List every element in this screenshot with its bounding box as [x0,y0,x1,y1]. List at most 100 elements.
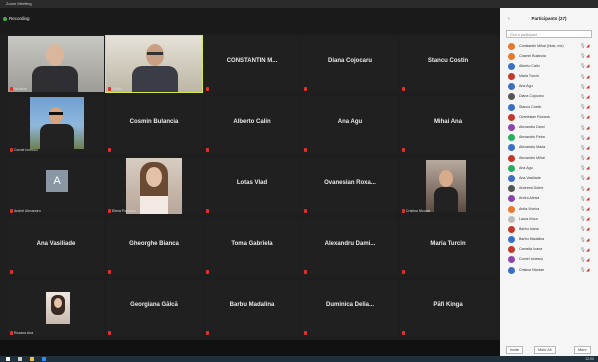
video-tile[interactable]: Nicoleta [8,36,104,92]
video-tile[interactable]: CONSTANTIN M... [204,36,300,92]
participant-row[interactable]: Alexandru Petra 🎙 ◢ [504,133,596,143]
zoom-app-icon[interactable] [42,357,46,361]
participant-row[interactable]: Camelia Ioana 🎙 ◢ [504,245,596,255]
video-off-icon[interactable]: ◢ [586,247,589,253]
mic-icon[interactable]: 🎙 [580,84,586,90]
video-off-icon[interactable]: ◢ [586,94,589,100]
video-off-icon[interactable]: ◢ [586,155,589,161]
video-off-icon[interactable]: ◢ [586,84,589,90]
mic-icon[interactable]: 🎙 [580,125,586,131]
video-off-icon[interactable]: ◢ [586,104,589,110]
mic-icon[interactable]: 🎙 [580,114,586,120]
participant-row[interactable]: Barbu Madalina 🎙 ◢ [504,235,596,245]
video-tile[interactable]: Ana Vasiliade [8,219,104,275]
video-tile[interactable]: Elena Popescu [106,158,202,214]
participant-row[interactable]: Barbu Ioana 🎙 ◢ [504,224,596,234]
recording-label[interactable]: Recording [9,16,30,21]
video-off-icon[interactable]: ◢ [586,43,589,49]
video-tile[interactable]: Diana Cojocaru [302,36,398,92]
mic-icon[interactable]: 🎙 [580,63,586,69]
video-off-icon[interactable]: ◢ [586,63,589,69]
participant-row[interactable]: Constantin Mihai (Host, me) 🎙 ◢ [504,41,596,51]
video-tile[interactable]: Lotas Vlad [204,158,300,214]
video-tile[interactable]: Ana Agu [302,97,398,153]
participant-row[interactable]: Cornel Ionescu 🎙 ◢ [504,255,596,265]
video-tile[interactable]: Ovidiu [105,35,203,93]
invite-button[interactable]: Invite [506,346,524,354]
participant-row[interactable]: Alexandru Mihai 🎙 ◢ [504,153,596,163]
video-tile[interactable]: Toma Gabriela [204,219,300,275]
participant-row[interactable]: Diana Cojocaru 🎙 ◢ [504,92,596,102]
participant-row[interactable]: Cristina Nicolae 🎙 ◢ [504,265,596,275]
video-tile[interactable]: Cristina Nicolae [400,158,496,214]
video-tile[interactable]: Alberto Calin [204,97,300,153]
participant-row[interactable]: Alexandru Dami 🎙 ◢ [504,123,596,133]
video-tile[interactable]: Păfi Kinga [400,280,496,336]
video-tile[interactable]: Cosmin Bulancia [106,97,202,153]
mic-icon[interactable]: 🎙 [580,226,586,232]
video-tile[interactable]: Barbu Madalina [204,280,300,336]
participant-row[interactable]: Andreea Dobre 🎙 ◢ [504,184,596,194]
participant-row[interactable]: Ana Agu 🎙 ◢ [504,82,596,92]
mic-icon[interactable]: 🎙 [580,74,586,80]
mic-icon[interactable]: 🎙 [580,43,586,49]
video-tile[interactable]: Georgiana Gălcă [106,280,202,336]
video-off-icon[interactable]: ◢ [586,135,589,141]
start-icon[interactable] [6,357,10,361]
participant-row[interactable]: Maria Turcin 🎙 ◢ [504,72,596,82]
video-off-icon[interactable]: ◢ [586,216,589,222]
video-off-icon[interactable]: ◢ [586,114,589,120]
video-tile[interactable]: Ovanesian Roxa... [302,158,398,214]
mic-icon[interactable]: 🎙 [580,175,586,181]
video-off-icon[interactable]: ◢ [586,145,589,151]
video-off-icon[interactable]: ◢ [586,125,589,131]
mic-icon[interactable]: 🎙 [580,155,586,161]
video-tile[interactable]: Stancu Costin [400,36,496,92]
mic-icon[interactable]: 🎙 [580,165,586,171]
video-off-icon[interactable]: ◢ [586,165,589,171]
video-tile[interactable]: A Andrei Alexandru [8,158,104,214]
mic-icon[interactable]: 🎙 [580,94,586,100]
mute-all-button[interactable]: Mute All [534,346,556,354]
mic-icon[interactable]: 🎙 [580,267,586,273]
video-off-icon[interactable]: ◢ [586,267,589,273]
mic-icon[interactable]: 🎙 [580,53,586,59]
video-off-icon[interactable]: ◢ [586,206,589,212]
video-tile[interactable]: Duminica Delia... [302,280,398,336]
video-tile[interactable]: Maria Turcin [400,219,496,275]
mic-icon[interactable]: 🎙 [580,237,586,243]
video-off-icon[interactable]: ◢ [586,196,589,202]
video-off-icon[interactable]: ◢ [586,237,589,243]
mic-icon[interactable]: 🎙 [580,247,586,253]
participant-search-input[interactable]: Find a participant [506,30,592,38]
video-tile[interactable]: Mihai Ana [400,97,496,153]
video-tile[interactable]: Gheorghe Bianca [106,219,202,275]
video-tile[interactable]: Roxana Ana [8,280,104,336]
participant-row[interactable]: Anita Viorica 🎙 ◢ [504,204,596,214]
folder-icon[interactable] [30,357,34,361]
video-off-icon[interactable]: ◢ [586,74,589,80]
video-tile[interactable]: Cornel Ionescu [8,97,104,153]
video-off-icon[interactable]: ◢ [586,53,589,59]
mic-icon[interactable]: 🎙 [580,206,586,212]
participant-row[interactable]: Ana Agu 🎙 ◢ [504,163,596,173]
video-off-icon[interactable]: ◢ [586,257,589,263]
participant-row[interactable]: Alexandru Maria 🎙 ◢ [504,143,596,153]
participant-row[interactable]: Ovanesian Roxana 🎙 ◢ [504,112,596,122]
participant-row[interactable]: Alberto Calin 🎙 ◢ [504,61,596,71]
mic-icon[interactable]: 🎙 [580,216,586,222]
mic-icon[interactable]: 🎙 [580,257,586,263]
video-off-icon[interactable]: ◢ [586,175,589,181]
video-tile[interactable]: Alexandru Dami... [302,219,398,275]
mic-icon[interactable]: 🎙 [580,145,586,151]
more-button[interactable]: More [574,346,591,354]
participant-row[interactable]: Stancu Costin 🎙 ◢ [504,102,596,112]
mic-icon[interactable]: 🎙 [580,135,586,141]
search-icon[interactable] [18,357,22,361]
mic-icon[interactable]: 🎙 [580,186,586,192]
video-off-icon[interactable]: ◢ [586,186,589,192]
mic-icon[interactable]: 🎙 [580,104,586,110]
participant-row[interactable]: Cosmin Bulancia 🎙 ◢ [504,51,596,61]
participant-row[interactable]: Ana Vasiliade 🎙 ◢ [504,173,596,183]
participant-row[interactable]: Andra Alexia 🎙 ◢ [504,194,596,204]
